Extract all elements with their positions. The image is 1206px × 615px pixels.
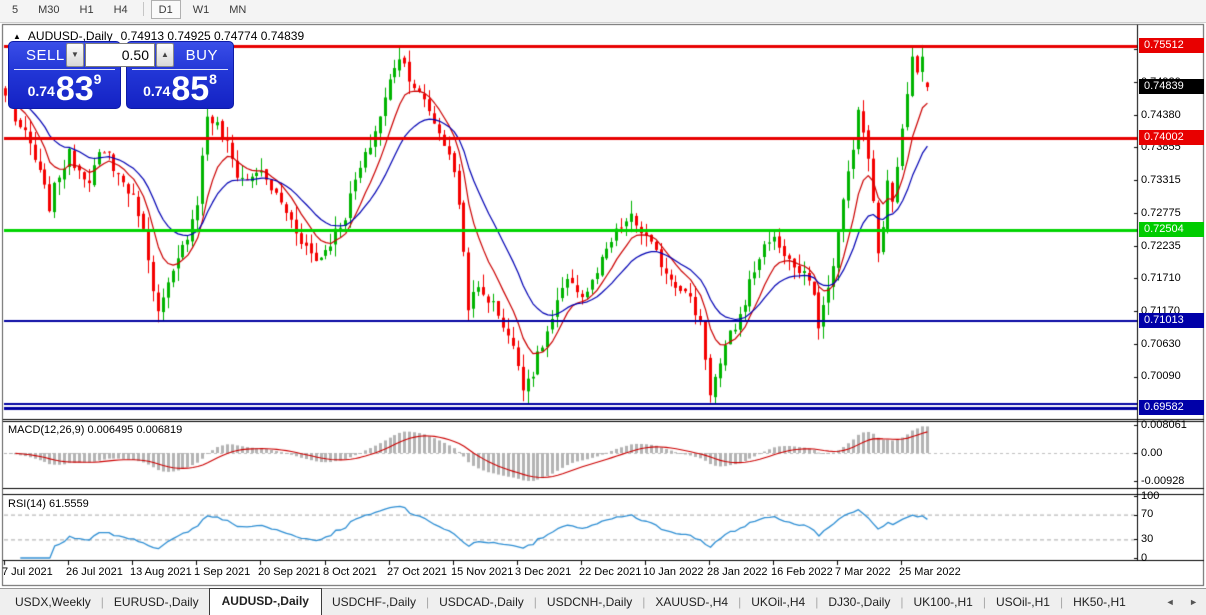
price-level-badge: 0.69582: [1139, 400, 1204, 415]
tab-scroll-left-icon[interactable]: ◄: [1166, 597, 1175, 607]
price-level-badge: 0.74002: [1139, 130, 1204, 145]
time-axis-label: 26 Jul 2021: [66, 566, 123, 578]
price-level-badge: 0.75512: [1139, 38, 1204, 53]
sell-price-pipette: 9: [94, 71, 102, 87]
chart-tab-usdcnh-daily[interactable]: USDCNH-,Daily: [537, 590, 642, 615]
chart-tab-usdx-weekly[interactable]: USDX,Weekly: [5, 590, 101, 615]
buy-price-prefix: 0.74: [143, 83, 170, 99]
time-axis-label: 25 Mar 2022: [899, 566, 961, 578]
volume-input[interactable]: [85, 43, 155, 67]
buy-button[interactable]: BUY: [186, 47, 218, 64]
time-axis-label: 20 Sep 2021: [258, 566, 320, 578]
timeframe-button-5[interactable]: 5: [4, 0, 26, 19]
price-axis-tick: 0.72775: [1141, 207, 1181, 219]
chart-tab-usdchf-daily[interactable]: USDCHF-,Daily: [322, 590, 426, 615]
price-axis-tick: 0.71710: [1141, 272, 1181, 284]
chart-tab-ukoil-h4[interactable]: UKOil-,H4: [741, 590, 815, 615]
price-level-badge: 0.71013: [1139, 313, 1204, 328]
time-axis-label: 3 Dec 2021: [515, 566, 571, 578]
chart-tab-hk50-h1[interactable]: HK50-,H1: [1063, 590, 1136, 615]
price-axis-tick: 0.74380: [1141, 109, 1181, 121]
volume-spinner: ▼▲: [66, 43, 174, 67]
sell-price: 0.74839: [9, 71, 120, 106]
chart-tab-audusd-daily[interactable]: AUDUSD-,Daily: [209, 588, 322, 615]
volume-increase-button[interactable]: ▲: [156, 43, 174, 67]
chart-tab-bar: USDX,Weekly|EURUSD-,DailyAUDUSD-,DailyUS…: [0, 588, 1206, 615]
rsi-axis-tick: 0: [1141, 552, 1147, 564]
chart-tab-dj30-daily[interactable]: DJ30-,Daily: [818, 590, 900, 615]
buy-price-big: 85: [171, 70, 209, 108]
time-axis-label: 7 Jul 2021: [2, 566, 53, 578]
timeframe-button-mn[interactable]: MN: [221, 0, 254, 19]
time-axis-label: 22 Dec 2021: [579, 566, 641, 578]
timeframe-button-w1[interactable]: W1: [185, 0, 218, 19]
price-axis-tick: 0.72235: [1141, 240, 1181, 252]
macd-indicator-label: MACD(12,26,9) 0.006495 0.006819: [8, 424, 182, 436]
time-axis-label: 7 Mar 2022: [835, 566, 891, 578]
tab-scroll-right-icon[interactable]: ►: [1189, 597, 1198, 607]
timeframe-button-h1[interactable]: H1: [72, 0, 102, 19]
chart-tab-usdcad-daily[interactable]: USDCAD-,Daily: [429, 590, 534, 615]
rsi-indicator-label: RSI(14) 61.5559: [8, 498, 89, 510]
rsi-axis-tick: 100: [1141, 490, 1159, 502]
price-axis-tick: 0.70630: [1141, 338, 1181, 350]
macd-axis-tick: -0.00928: [1141, 475, 1184, 487]
chart-tab-usoil-h1[interactable]: USOil-,H1: [986, 590, 1060, 615]
time-axis-label: 13 Aug 2021: [130, 566, 192, 578]
time-axis-label: 16 Feb 2022: [771, 566, 833, 578]
buy-price-pipette: 8: [209, 71, 217, 87]
time-axis-label: 27 Oct 2021: [387, 566, 447, 578]
price-level-badge: 0.74839: [1139, 79, 1204, 94]
macd-axis-tick: 0.00: [1141, 447, 1162, 459]
sell-price-big: 83: [56, 70, 94, 108]
sell-price-prefix: 0.74: [28, 83, 55, 99]
sell-button[interactable]: SELL: [26, 47, 65, 64]
trade-panel-toggle-icon[interactable]: ▲: [13, 32, 21, 41]
timeframe-button-h4[interactable]: H4: [106, 0, 136, 19]
price-level-badge: 0.72504: [1139, 222, 1204, 237]
chart-tab-xauusd-h4[interactable]: XAUUSD-,H4: [645, 590, 738, 615]
rsi-axis-tick: 70: [1141, 508, 1153, 520]
time-axis-label: 28 Jan 2022: [707, 566, 768, 578]
timeframe-button-m30[interactable]: M30: [30, 0, 67, 19]
tab-scroll-arrows: ◄ ►: [1154, 597, 1198, 607]
toolbar-divider: [143, 2, 144, 16]
time-axis-label: 1 Sep 2021: [194, 566, 250, 578]
chart-tab-eurusd-daily[interactable]: EURUSD-,Daily: [104, 590, 209, 615]
time-axis-label: 8 Oct 2021: [323, 566, 377, 578]
timeframe-button-d1[interactable]: D1: [151, 0, 181, 19]
timeframe-toolbar: 5M30 H1H4 D1W1MN: [0, 0, 1206, 23]
time-axis-label: 15 Nov 2021: [451, 566, 513, 578]
volume-decrease-button[interactable]: ▼: [66, 43, 84, 67]
one-click-trade-panel: SELL 0.74839 BUY 0.74858 ▼▲: [8, 41, 234, 111]
time-axis-label: 10 Jan 2022: [643, 566, 704, 578]
price-axis-tick: 0.73315: [1141, 174, 1181, 186]
macd-axis-tick: 0.008061: [1141, 419, 1187, 431]
chart-tab-uk100-h1[interactable]: UK100-,H1: [903, 590, 982, 615]
trading-app-window: 5M30H1H4D1W1MN ▲AUDUSD-,Daily0.74913 0.7…: [0, 0, 1206, 615]
price-axis-tick: 0.70090: [1141, 370, 1181, 382]
buy-price: 0.74858: [127, 71, 233, 106]
rsi-axis-tick: 30: [1141, 533, 1153, 545]
